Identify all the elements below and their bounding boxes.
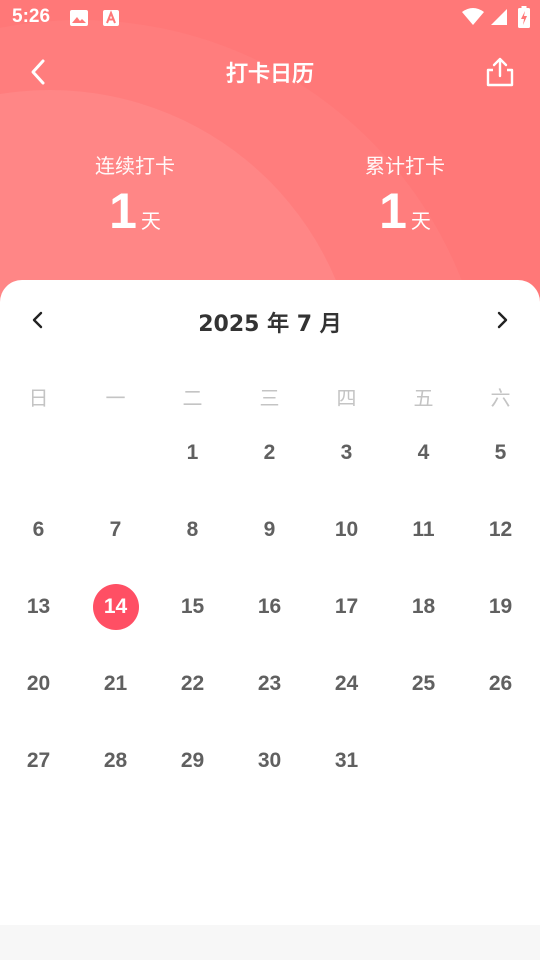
weekday-label: 六	[490, 386, 511, 410]
wifi-icon	[462, 8, 484, 30]
calendar-day-number: 9	[263, 517, 276, 541]
calendar-day-number: 1	[186, 440, 199, 464]
chevron-right-icon	[497, 311, 508, 329]
page-title: 打卡日历	[225, 62, 314, 87]
calendar-day-number: 16	[257, 594, 282, 618]
calendar-day-number: 29	[180, 748, 205, 772]
calendar-day[interactable]: 6	[0, 491, 77, 568]
share-button[interactable]	[480, 52, 520, 92]
calendar-day[interactable]: 31	[308, 722, 385, 799]
calendar-day[interactable]: 1	[154, 414, 231, 491]
calendar-day-number: 24	[334, 671, 359, 695]
calendar-day[interactable]: 13	[0, 568, 77, 645]
image-icon	[69, 9, 89, 31]
calendar-day-number: 4	[417, 440, 430, 464]
calendar-day-number: 5	[494, 440, 507, 464]
calendar-day-number: 26	[488, 671, 513, 695]
calendar-day[interactable]: 22	[154, 645, 231, 722]
calendar-day[interactable]: 20	[0, 645, 77, 722]
calendar-day-number: 30	[257, 748, 282, 772]
signal-icon	[490, 8, 508, 30]
calendar-day-today[interactable]: 14	[77, 568, 154, 645]
calendar-day-number: 3	[340, 440, 353, 464]
calendar-day-number: 18	[411, 594, 436, 618]
calendar-day[interactable]: 24	[308, 645, 385, 722]
calendar-day-number: 12	[488, 517, 513, 541]
weekday-label: 日	[28, 386, 49, 410]
calendar-day[interactable]: 9	[231, 491, 308, 568]
calendar-day[interactable]: 19	[462, 568, 539, 645]
calendar-day-number: 7	[109, 517, 122, 541]
a-icon	[102, 9, 120, 31]
calendar-day-number: 19	[488, 594, 513, 618]
calendar-day-number: 20	[26, 671, 51, 695]
weekday-label: 三	[259, 386, 280, 410]
calendar-day-number: 15	[180, 594, 205, 618]
calendar-day[interactable]: 30	[231, 722, 308, 799]
calendar-day-number: 14	[92, 583, 139, 630]
calendar-day-number: 11	[412, 517, 435, 541]
battery-icon	[518, 6, 530, 32]
calendar-day[interactable]: 25	[385, 645, 462, 722]
calendar-day[interactable]: 16	[231, 568, 308, 645]
calendar-day[interactable]: 5	[462, 414, 539, 491]
calendar-day-number: 13	[26, 594, 51, 618]
streak-unit: 天	[140, 209, 161, 233]
calendar-day[interactable]: 15	[154, 568, 231, 645]
calendar-day[interactable]: 12	[462, 491, 539, 568]
weekday-label: 五	[413, 386, 434, 410]
calendar-day[interactable]: 27	[0, 722, 77, 799]
calendar-day[interactable]: 7	[77, 491, 154, 568]
total-value-row: 1 天	[305, 183, 505, 239]
calendar-day-number: 28	[103, 748, 128, 772]
toolbar: 打卡日历	[0, 44, 540, 100]
streak-value-row: 1 天	[35, 183, 235, 239]
calendar-day-number: 10	[334, 517, 359, 541]
status-bar: 5:26	[0, 0, 540, 36]
calendar-day[interactable]: 3	[308, 414, 385, 491]
total-value: 1	[379, 183, 407, 239]
calendar-day-number: 31	[334, 748, 359, 772]
calendar-day[interactable]: 10	[308, 491, 385, 568]
calendar-day-number: 22	[180, 671, 205, 695]
total-label: 累计打卡	[365, 154, 445, 178]
calendar-day-number: 25	[411, 671, 436, 695]
calendar-day-number: 17	[334, 594, 359, 618]
month-nav: 2025 年 7 月	[0, 298, 540, 342]
share-icon	[486, 57, 514, 87]
total-unit: 天	[410, 209, 431, 233]
weekday-label: 一	[105, 386, 126, 410]
calendar-day[interactable]: 23	[231, 645, 308, 722]
streak-label: 连续打卡	[95, 154, 175, 178]
checkin-calendar-screen: 5:26 打卡日历 连续打卡 1 天 累计打卡 1 天 2025 年 7 月 日…	[0, 0, 540, 960]
calendar-day[interactable]: 4	[385, 414, 462, 491]
calendar-day[interactable]: 29	[154, 722, 231, 799]
calendar-day[interactable]: 18	[385, 568, 462, 645]
streak-stat: 连续打卡 1 天	[35, 150, 235, 239]
streak-value: 1	[109, 183, 137, 239]
calendar-day[interactable]: 2	[231, 414, 308, 491]
calendar-day[interactable]: 26	[462, 645, 539, 722]
calendar-card: 2025 年 7 月 日一二三四五六 1 2 3 4 5 6 7 8 9 10 11 12 13 14 15…	[0, 280, 540, 925]
next-month-button[interactable]	[486, 304, 518, 336]
calendar-day[interactable]: 11	[385, 491, 462, 568]
calendar-day-number: 27	[26, 748, 51, 772]
total-stat: 累计打卡 1 天	[305, 150, 505, 239]
status-time: 5:26	[12, 6, 51, 27]
calendar-day[interactable]: 17	[308, 568, 385, 645]
calendar-day[interactable]: 8	[154, 491, 231, 568]
weekday-label: 四	[336, 386, 357, 410]
calendar-day-number: 21	[103, 671, 128, 695]
calendar-day[interactable]: 21	[77, 645, 154, 722]
calendar-day-number: 2	[263, 440, 276, 464]
calendar-day-number: 8	[186, 517, 199, 541]
month-title: 2025 年 7 月	[198, 312, 342, 337]
calendar-day-number: 23	[257, 671, 282, 695]
calendar-day[interactable]: 28	[77, 722, 154, 799]
weekday-label: 二	[182, 386, 203, 410]
weekday-row: 日一二三四五六	[0, 380, 540, 416]
calendar-day-number: 6	[32, 517, 45, 541]
